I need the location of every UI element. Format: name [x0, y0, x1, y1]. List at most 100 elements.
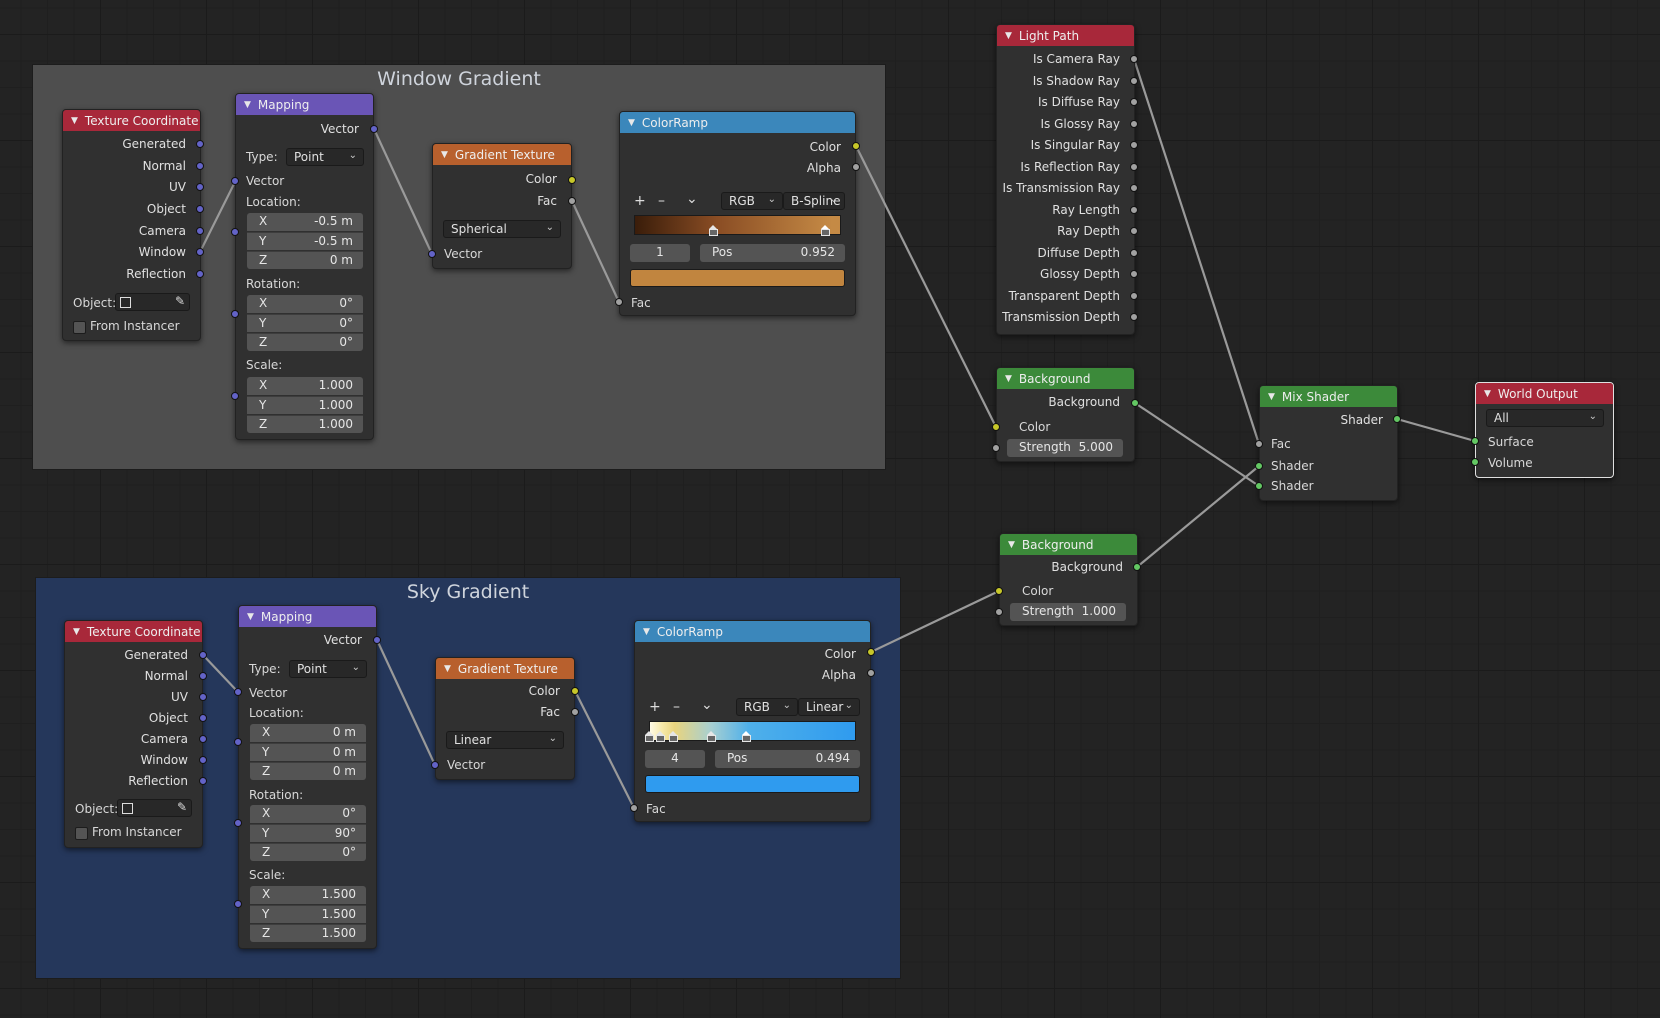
socket-in-rotation[interactable] — [234, 819, 242, 827]
socket-out-normal[interactable] — [199, 672, 207, 680]
socket-out-normal[interactable] — [196, 162, 204, 170]
socket-in-vector[interactable] — [428, 250, 436, 258]
socket-out-reflection[interactable] — [199, 777, 207, 785]
socket-out-generated[interactable] — [199, 651, 207, 659]
ramp-menu-button[interactable]: ⌄ — [701, 697, 713, 713]
color-stop[interactable] — [656, 731, 665, 742]
collapse-icon[interactable]: ▼ — [1005, 374, 1012, 384]
remove-stop-button[interactable]: – — [673, 699, 680, 715]
socket-in-color[interactable] — [995, 587, 1003, 595]
add-stop-button[interactable]: + — [634, 193, 646, 209]
object-field[interactable]: ✎ — [117, 799, 192, 817]
node-header[interactable]: ▼ Background — [997, 368, 1134, 389]
rotation-y-field[interactable]: Y 90° — [250, 824, 366, 842]
location-z-field[interactable]: Z 0 m — [247, 251, 363, 269]
socket-out-transmission-depth[interactable] — [1130, 313, 1138, 321]
socket-out-reflection[interactable] — [196, 270, 204, 278]
collapse-icon[interactable]: ▼ — [71, 116, 78, 126]
location-x-field[interactable]: X 0 m — [250, 724, 366, 742]
collapse-icon[interactable]: ▼ — [628, 118, 635, 128]
node-header[interactable]: ▼ Texture Coordinate — [63, 110, 200, 131]
socket-in-strength[interactable] — [992, 444, 1000, 452]
collapse-icon[interactable]: ▼ — [643, 627, 650, 637]
rotation-y-field[interactable]: Y 0° — [247, 314, 363, 332]
collapse-icon[interactable]: ▼ — [1008, 540, 1015, 550]
scale-z-field[interactable]: Z 1.000 — [247, 415, 363, 433]
rotation-x-field[interactable]: X 0° — [250, 805, 366, 823]
socket-out-camera[interactable] — [199, 735, 207, 743]
socket-in-volume[interactable] — [1471, 458, 1479, 466]
target-dropdown[interactable]: All ⌄ — [1486, 409, 1604, 427]
node-light-path[interactable]: ▼ Light Path Is Camera Ray Is Shadow Ray … — [996, 24, 1135, 335]
socket-in-rotation[interactable] — [231, 310, 239, 318]
node-header[interactable]: ▼ Gradient Texture — [436, 658, 574, 679]
socket-out-window[interactable] — [199, 756, 207, 764]
node-mapping-window[interactable]: ▼ Mapping Vector Type: Point ⌄ Vector Loca… — [235, 93, 374, 440]
node-mapping-sky[interactable]: ▼ Mapping Vector Type: Point ⌄ Vector Loca… — [238, 605, 377, 949]
socket-out-is-diffuse-ray[interactable] — [1130, 98, 1138, 106]
location-x-field[interactable]: X -0.5 m — [247, 213, 363, 231]
node-colorramp-sky[interactable]: ▼ ColorRamp Color Alpha + – ⌄ RGB ⌄ Linear… — [634, 620, 871, 822]
color-stop[interactable] — [669, 731, 678, 742]
socket-out-ray-length[interactable] — [1130, 206, 1138, 214]
node-header[interactable]: ▼ Mix Shader — [1260, 386, 1397, 407]
socket-out-color[interactable] — [571, 687, 579, 695]
socket-out-camera[interactable] — [196, 227, 204, 235]
node-colorramp-window[interactable]: ▼ ColorRamp Color Alpha + – ⌄ RGB ⌄ B-Spli… — [619, 111, 856, 316]
socket-in-shader-2[interactable] — [1255, 482, 1263, 490]
rotation-z-field[interactable]: Z 0° — [247, 333, 363, 351]
scale-x-field[interactable]: X 1.000 — [247, 377, 363, 395]
socket-out-fac[interactable] — [571, 708, 579, 716]
collapse-icon[interactable]: ▼ — [444, 664, 451, 674]
color-stop[interactable] — [645, 731, 654, 742]
gradient-type-dropdown[interactable]: Spherical ⌄ — [443, 220, 561, 238]
node-header[interactable]: ▼ Mapping — [236, 94, 373, 115]
stop-color-swatch[interactable] — [645, 775, 860, 793]
strength-field[interactable]: Strength 1.000 — [1010, 603, 1126, 621]
socket-out-alpha[interactable] — [867, 669, 875, 677]
collapse-icon[interactable]: ▼ — [441, 150, 448, 160]
scale-x-field[interactable]: X 1.500 — [250, 886, 366, 904]
socket-out-glossy-depth[interactable] — [1130, 270, 1138, 278]
node-texture-coordinate-sky[interactable]: ▼ Texture Coordinate Generated Normal UV … — [64, 620, 203, 848]
socket-out-is-transmission-ray[interactable] — [1130, 184, 1138, 192]
rotation-x-field[interactable]: X 0° — [247, 295, 363, 313]
socket-out-is-shadow-ray[interactable] — [1130, 77, 1138, 85]
node-world-output[interactable]: ▼ World Output All ⌄ Surface Volume — [1475, 382, 1614, 478]
node-header[interactable]: ▼ ColorRamp — [635, 621, 870, 642]
socket-out-color[interactable] — [852, 142, 860, 150]
socket-out-background[interactable] — [1133, 563, 1141, 571]
socket-in-surface[interactable] — [1471, 437, 1479, 445]
interpolation-dropdown[interactable]: Linear ⌄ — [798, 698, 860, 716]
node-header[interactable]: ▼ ColorRamp — [620, 112, 855, 133]
location-y-field[interactable]: Y -0.5 m — [247, 232, 363, 250]
socket-out-is-glossy-ray[interactable] — [1130, 120, 1138, 128]
socket-out-diffuse-depth[interactable] — [1130, 249, 1138, 257]
stop-index-field[interactable]: 1 — [630, 244, 690, 262]
socket-in-location[interactable] — [231, 228, 239, 236]
socket-out-is-singular-ray[interactable] — [1130, 141, 1138, 149]
color-stop-active[interactable] — [742, 731, 751, 742]
color-ramp-bar[interactable] — [649, 721, 856, 741]
scale-z-field[interactable]: Z 1.500 — [250, 924, 366, 942]
remove-stop-button[interactable]: – — [658, 193, 665, 209]
add-stop-button[interactable]: + — [649, 699, 661, 715]
node-texture-coordinate-window[interactable]: ▼ Texture Coordinate Generated Normal UV … — [62, 109, 201, 341]
node-header[interactable]: ▼ Gradient Texture — [433, 144, 571, 165]
node-mix-shader[interactable]: ▼ Mix Shader Shader Fac Shader Shader — [1259, 385, 1398, 501]
socket-in-fac[interactable] — [615, 298, 623, 306]
socket-in-location[interactable] — [234, 738, 242, 746]
from-instancer-checkbox[interactable] — [73, 321, 86, 334]
socket-in-fac[interactable] — [630, 804, 638, 812]
socket-out-color[interactable] — [568, 176, 576, 184]
socket-in-scale[interactable] — [231, 392, 239, 400]
location-z-field[interactable]: Z 0 m — [250, 762, 366, 780]
eyedropper-icon[interactable]: ✎ — [175, 294, 185, 308]
collapse-icon[interactable]: ▼ — [1484, 389, 1491, 399]
socket-in-vector[interactable] — [231, 177, 239, 185]
socket-in-vector[interactable] — [431, 761, 439, 769]
interpolation-dropdown[interactable]: B-Spline ⌄ — [783, 192, 845, 210]
type-dropdown[interactable]: Point ⌄ — [286, 148, 364, 166]
socket-in-shader-1[interactable] — [1255, 462, 1263, 470]
node-background-1[interactable]: ▼ Background Background Color Strength 5.0… — [996, 367, 1135, 462]
